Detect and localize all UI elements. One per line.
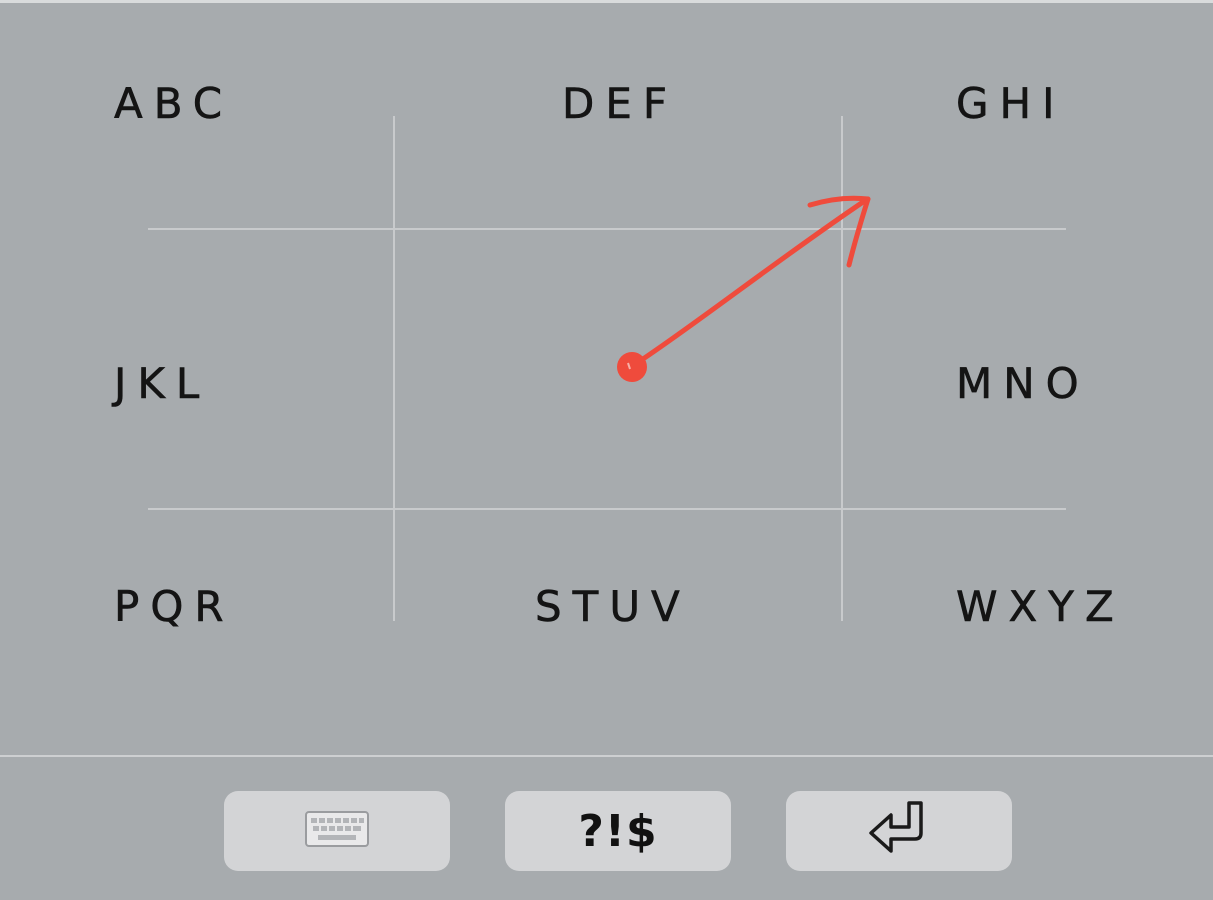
grid-line-right [841,116,843,621]
key-wxyz[interactable]: WXYZ [956,585,1125,628]
grid-line-bottom [148,508,1066,510]
key-def[interactable]: DEF [562,82,678,125]
key-jkl[interactable]: JKL [114,362,210,405]
symbols-button-label: ?!$ [578,805,658,857]
key-ghi[interactable]: GHI [956,82,1066,125]
grid-line-top [148,228,1066,230]
t9-swipe-keyboard: ABC DEF GHI JKL MNO PQR STUV WXYZ ?!$ [0,0,1213,900]
key-pqr[interactable]: PQR [114,585,235,628]
keyboard-icon [304,810,370,853]
key-abc[interactable]: ABC [114,82,233,125]
key-stuv[interactable]: STUV [535,585,691,628]
grid-line-left [393,116,395,621]
symbols-button[interactable]: ?!$ [505,791,731,871]
return-arrow-icon [867,799,931,864]
return-button[interactable] [786,791,1012,871]
keyboard-action-bar: ?!$ [0,755,1213,900]
key-mno[interactable]: MNO [956,362,1090,405]
switch-keyboard-button[interactable] [224,791,450,871]
